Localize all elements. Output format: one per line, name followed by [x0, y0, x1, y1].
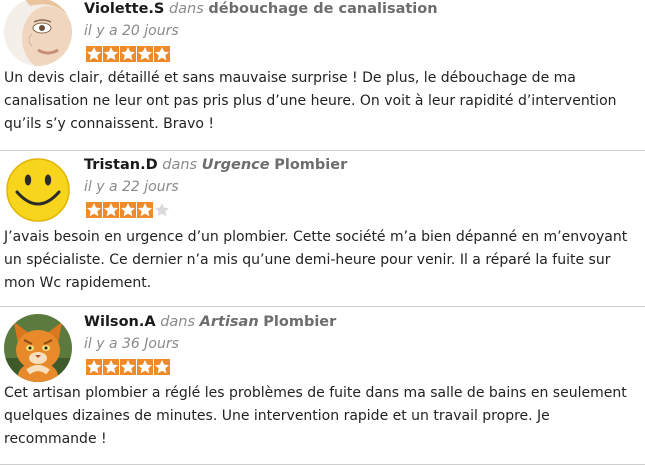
review-category[interactable]: Plombier: [263, 314, 336, 330]
star-filled-icon: [120, 46, 136, 62]
review-date: il y a 22 jours: [84, 179, 179, 195]
star-filled-icon: [103, 359, 119, 375]
star-filled-icon: [120, 359, 136, 375]
review-in-label: dans: [162, 157, 198, 173]
star-filled-icon: [103, 46, 119, 62]
star-rating: [86, 202, 170, 218]
review-category[interactable]: débouchage de canalisation: [208, 1, 437, 17]
woman-face-avatar: [4, 0, 72, 66]
star-rating: [86, 359, 170, 375]
review-in-label: dans: [168, 1, 204, 17]
review-author[interactable]: Violette.S: [84, 1, 164, 17]
review-item: Tristan.D dans Urgence Plombier il y a 2…: [0, 151, 645, 307]
review-category-emphasis[interactable]: Urgence: [202, 157, 270, 173]
review-in-label: dans: [160, 314, 196, 330]
star-filled-icon: [103, 202, 119, 218]
star-filled-icon: [154, 359, 170, 375]
cat-avatar: [4, 314, 72, 382]
review-text: Cet artisan plombier a réglé les problèm…: [4, 385, 627, 447]
review-header: Tristan.D dans Urgence Plombier: [84, 157, 347, 173]
star-filled-icon: [137, 46, 153, 62]
review-header: Violette.S dans débouchage de canalisati…: [84, 1, 438, 17]
review-author[interactable]: Wilson.A: [84, 314, 156, 330]
star-empty-icon: [154, 202, 170, 218]
star-filled-icon: [86, 359, 102, 375]
review-date: il y a 36 Jours: [84, 336, 179, 352]
star-filled-icon: [137, 359, 153, 375]
review-category[interactable]: Plombier: [274, 157, 347, 173]
star-filled-icon: [86, 202, 102, 218]
smiley-avatar: [4, 156, 72, 224]
review-date: il y a 20 jours: [84, 23, 179, 39]
review-category-emphasis[interactable]: Artisan: [200, 314, 259, 330]
star-filled-icon: [154, 46, 170, 62]
review-text: J’avais besoin en urgence d’un plombier.…: [4, 229, 628, 291]
star-rating: [86, 46, 170, 62]
review-author[interactable]: Tristan.D: [84, 157, 158, 173]
review-text: Un devis clair, détaillé et sans mauvais…: [4, 70, 617, 132]
review-header: Wilson.A dans Artisan Plombier: [84, 314, 336, 330]
review-item: Wilson.A dans Artisan Plombier il y a 36…: [0, 307, 645, 465]
star-filled-icon: [137, 202, 153, 218]
review-item: Violette.S dans débouchage de canalisati…: [0, 0, 645, 151]
star-filled-icon: [120, 202, 136, 218]
star-filled-icon: [86, 46, 102, 62]
